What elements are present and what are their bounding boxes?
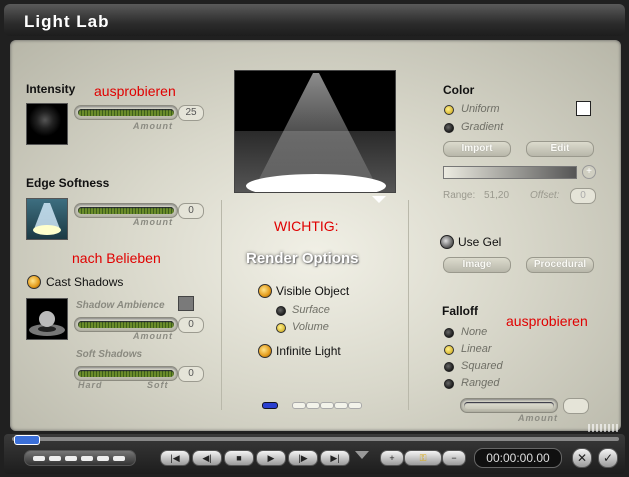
timeline-scrubber[interactable] (14, 435, 40, 445)
page-indicator-dot[interactable] (320, 402, 334, 409)
intensity-preview-icon[interactable] (26, 103, 68, 145)
annotation-try-falloff: ausprobieren (506, 313, 588, 329)
gradient-bar[interactable] (443, 166, 577, 179)
timeline-bar: |◀ ◀| ■ ▶ |▶ ▶| + ⚿ − 00:00:00.00 ✕ ✓ (4, 434, 625, 474)
timecode-display[interactable]: 00:00:00.00 (474, 448, 562, 468)
surface-label: Surface (292, 304, 330, 316)
page-indicator-dot[interactable] (306, 402, 320, 409)
falloff-linear-label: Linear (461, 343, 492, 355)
shadow-ambience-slider[interactable] (74, 317, 178, 332)
intensity-slider[interactable] (74, 105, 178, 120)
title-bar[interactable]: Light Lab (4, 4, 625, 36)
visible-object-toggle[interactable] (258, 284, 272, 298)
falloff-linear-radio[interactable] (444, 345, 454, 355)
uniform-radio[interactable] (444, 105, 454, 115)
use-gel-label: Use Gel (458, 235, 502, 249)
visible-object-label: Visible Object (276, 284, 350, 298)
falloff-squared-radio[interactable] (444, 362, 454, 372)
range-value[interactable]: 51,20 (484, 190, 509, 201)
go-to-end-icon[interactable]: ▶| (320, 450, 350, 466)
infinite-light-label: Infinite Light (276, 344, 341, 358)
import-button[interactable]: Import (443, 141, 511, 157)
light-lab-window: Light Lab Intensity ausprobieren 25 Amou… (0, 0, 629, 477)
color-swatch[interactable] (576, 101, 591, 116)
falloff-ranged-radio[interactable] (444, 379, 454, 389)
cast-shadows-label: Cast Shadows (46, 275, 124, 289)
shadow-preview-icon[interactable] (26, 298, 68, 340)
shadow-ambience-label: Shadow Ambience (76, 300, 165, 311)
edit-button[interactable]: Edit (526, 141, 594, 157)
render-options-title: Render Options (246, 250, 359, 267)
soft-shadows-soft-label: Soft (147, 380, 169, 390)
falloff-none-radio[interactable] (444, 328, 454, 338)
add-keyframe-icon[interactable]: + (380, 450, 404, 466)
annotation-important: WICHTIG: (274, 218, 339, 234)
loop-menu-arrow-icon[interactable] (355, 451, 369, 459)
falloff-amount-label: Amount (518, 413, 558, 423)
falloff-squared-label: Squared (461, 360, 503, 372)
falloff-ranged-label: Ranged (461, 377, 500, 389)
soft-shadows-label: Soft Shadows (76, 349, 143, 360)
gel-procedural-button[interactable]: Procedural (526, 257, 594, 273)
timeline-track[interactable] (12, 437, 619, 441)
offset-value[interactable]: 0 (570, 188, 596, 204)
edge-softness-preview-icon[interactable] (26, 198, 68, 240)
page-indicator-dot[interactable] (334, 402, 348, 409)
step-back-icon[interactable]: ◀| (192, 450, 222, 466)
falloff-amount-slider[interactable] (460, 398, 558, 413)
soft-shadows-hard-label: Hard (78, 380, 103, 390)
edge-softness-amount-label: Amount (133, 217, 173, 227)
right-divider (408, 200, 409, 410)
uniform-label: Uniform (461, 103, 500, 115)
resize-grip-icon[interactable] (588, 424, 618, 432)
falloff-none-label: None (461, 326, 488, 338)
key-icon[interactable]: ⚿ (404, 450, 442, 466)
volume-label: Volume (292, 321, 329, 333)
range-label: Range: (443, 190, 476, 201)
gradient-radio[interactable] (444, 123, 454, 133)
keyframe-buttons-group[interactable] (24, 450, 136, 466)
annotation-try-intensity: ausprobieren (94, 83, 176, 99)
falloff-amount-value[interactable] (563, 398, 589, 414)
surface-radio[interactable] (276, 306, 286, 316)
confirm-icon[interactable]: ✓ (598, 448, 618, 468)
main-panel: Intensity ausprobieren 25 Amount Edge So… (10, 40, 621, 432)
shadow-color-swatch[interactable] (178, 296, 194, 311)
left-divider (221, 200, 222, 410)
annotation-as-desired: nach Belieben (72, 250, 161, 266)
page-indicator-active[interactable] (262, 402, 278, 409)
preview-dropdown-arrow-icon[interactable] (372, 196, 386, 203)
window-title: Light Lab (24, 12, 110, 31)
soft-shadows-slider[interactable] (74, 366, 178, 381)
remove-keyframe-icon[interactable]: − (442, 450, 466, 466)
light-preview-viewport (234, 70, 396, 193)
page-indicator-dot[interactable] (292, 402, 306, 409)
page-indicator-dot[interactable] (348, 402, 362, 409)
infinite-light-toggle[interactable] (258, 344, 272, 358)
shadow-ambience-value[interactable]: 0 (178, 317, 204, 333)
go-to-start-icon[interactable]: |◀ (160, 450, 190, 466)
stop-icon[interactable]: ■ (224, 450, 254, 466)
falloff-label: Falloff (442, 304, 478, 318)
offset-label: Offset: (530, 190, 560, 201)
volume-radio[interactable] (276, 323, 286, 333)
gradient-add-icon[interactable]: + (582, 165, 596, 179)
play-icon[interactable]: ▶ (256, 450, 286, 466)
edge-softness-slider[interactable] (74, 203, 178, 218)
shadow-ambience-amount-label: Amount (133, 331, 173, 341)
intensity-label: Intensity (26, 82, 76, 96)
step-forward-icon[interactable]: |▶ (288, 450, 318, 466)
intensity-amount-label: Amount (133, 121, 173, 131)
cancel-icon[interactable]: ✕ (572, 448, 592, 468)
intensity-value[interactable]: 25 (178, 105, 204, 121)
use-gel-toggle[interactable] (440, 235, 454, 249)
gel-image-button[interactable]: Image (443, 257, 511, 273)
edge-softness-value[interactable]: 0 (178, 203, 204, 219)
cast-shadows-toggle[interactable] (27, 275, 41, 289)
color-label: Color (443, 83, 475, 97)
soft-shadows-value[interactable]: 0 (178, 366, 204, 382)
edge-softness-label: Edge Softness (26, 176, 110, 190)
gradient-label: Gradient (461, 121, 504, 133)
